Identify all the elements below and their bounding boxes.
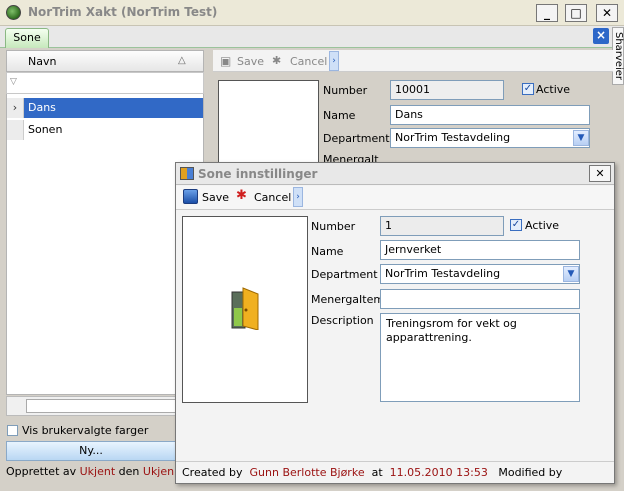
column-header-navn[interactable]: Navn xyxy=(28,55,56,68)
modified-by-label: Modified by xyxy=(498,466,563,479)
cancel-button[interactable]: Cancel xyxy=(290,55,327,68)
list-item[interactable]: Dans xyxy=(24,98,203,118)
vis-farger-label: Vis brukervalgte farger xyxy=(22,424,149,437)
dialog-close-button[interactable]: ✕ xyxy=(589,165,611,182)
name-field[interactable]: Dans xyxy=(390,105,590,125)
name-field[interactable]: Jernverket xyxy=(380,240,580,260)
created-by-label: Opprettet av xyxy=(6,465,77,478)
name-label: Name xyxy=(323,109,356,122)
dialog-footer-text: Created by Gunn Berlotte Bjørke at 11.05… xyxy=(182,466,562,479)
active-checkbox[interactable]: ✓ xyxy=(510,219,522,231)
department-select[interactable]: NorTrim Testavdeling xyxy=(390,128,590,148)
number-label: Number xyxy=(323,84,368,97)
filter-icon[interactable]: ▽ xyxy=(10,77,17,87)
number-field: 1 xyxy=(380,216,504,236)
menerga-field[interactable] xyxy=(380,289,580,309)
maximize-button[interactable]: □ xyxy=(565,4,587,22)
cancel-icon[interactable]: ✱ xyxy=(272,54,281,67)
active-label: Active xyxy=(536,83,571,96)
on-value: Ukjen xyxy=(142,465,175,478)
list-item[interactable]: Sonen xyxy=(24,120,203,140)
created-by-value: Gunn Berlotte Bjørke xyxy=(249,466,365,479)
department-label: Department xyxy=(323,132,390,145)
on-label: den xyxy=(118,465,140,478)
tab-strip xyxy=(0,26,624,48)
description-textarea[interactable]: Treningsrom for vekt og apparattrening. xyxy=(380,313,580,402)
dialog-save-button[interactable]: Save xyxy=(202,191,229,204)
door-icon xyxy=(231,287,259,330)
number-label: Number xyxy=(311,220,356,233)
footer-left: Opprettet av Ukjent den Ukjen xyxy=(6,465,174,478)
vis-farger-checkbox[interactable] xyxy=(7,425,18,436)
toolbar-more-icon[interactable]: › xyxy=(293,187,303,207)
save-icon[interactable]: ▣ xyxy=(220,54,231,68)
save-button[interactable]: Save xyxy=(237,55,264,68)
row-indicator-icon: › xyxy=(7,98,24,118)
department-select[interactable]: NorTrim Testavdeling xyxy=(380,264,580,284)
dialog-icon xyxy=(180,167,194,180)
chevron-down-icon[interactable]: ▼ xyxy=(573,130,589,146)
window-title: NorTrim Xakt (NorTrim Test) xyxy=(28,5,218,19)
dialog-cancel-button[interactable]: Cancel xyxy=(254,191,291,204)
tab-close-icon[interactable]: × xyxy=(593,28,609,44)
number-field: 10001 xyxy=(390,80,504,100)
cancel-icon[interactable]: ✱ xyxy=(236,188,247,203)
filter-row[interactable] xyxy=(6,72,204,94)
side-tab-label: Sharveier xyxy=(613,32,624,81)
active-checkbox[interactable]: ✓ xyxy=(522,83,534,95)
tab-sone[interactable]: Sone xyxy=(5,28,49,48)
row-indicator xyxy=(7,120,24,140)
menerga-label: MenergaItem xyxy=(311,293,385,306)
close-button[interactable]: ✕ xyxy=(596,4,618,22)
dialog-title: Sone innstillinger xyxy=(198,167,318,181)
app-icon xyxy=(6,5,21,20)
description-label: Description xyxy=(311,314,374,327)
at-label: at xyxy=(371,466,383,479)
created-at-value: 11.05.2010 13:53 xyxy=(389,466,488,479)
minimize-button[interactable]: _ xyxy=(536,4,558,22)
active-label: Active xyxy=(525,219,560,232)
name-label: Name xyxy=(311,245,344,258)
created-by-value: Ukjent xyxy=(79,465,116,478)
new-button[interactable]: Ny... xyxy=(6,441,176,461)
side-tab[interactable]: Sharveier xyxy=(612,27,624,85)
sort-ascending-icon[interactable]: △ xyxy=(178,55,186,66)
scrollbar-thumb[interactable] xyxy=(26,399,176,413)
chevron-down-icon[interactable]: ▼ xyxy=(563,266,579,282)
zone-image[interactable] xyxy=(218,80,319,170)
created-by-label: Created by xyxy=(182,466,243,479)
save-icon[interactable] xyxy=(183,189,198,204)
toolbar-more-icon[interactable]: › xyxy=(329,51,339,71)
department-label: Department xyxy=(311,268,378,281)
